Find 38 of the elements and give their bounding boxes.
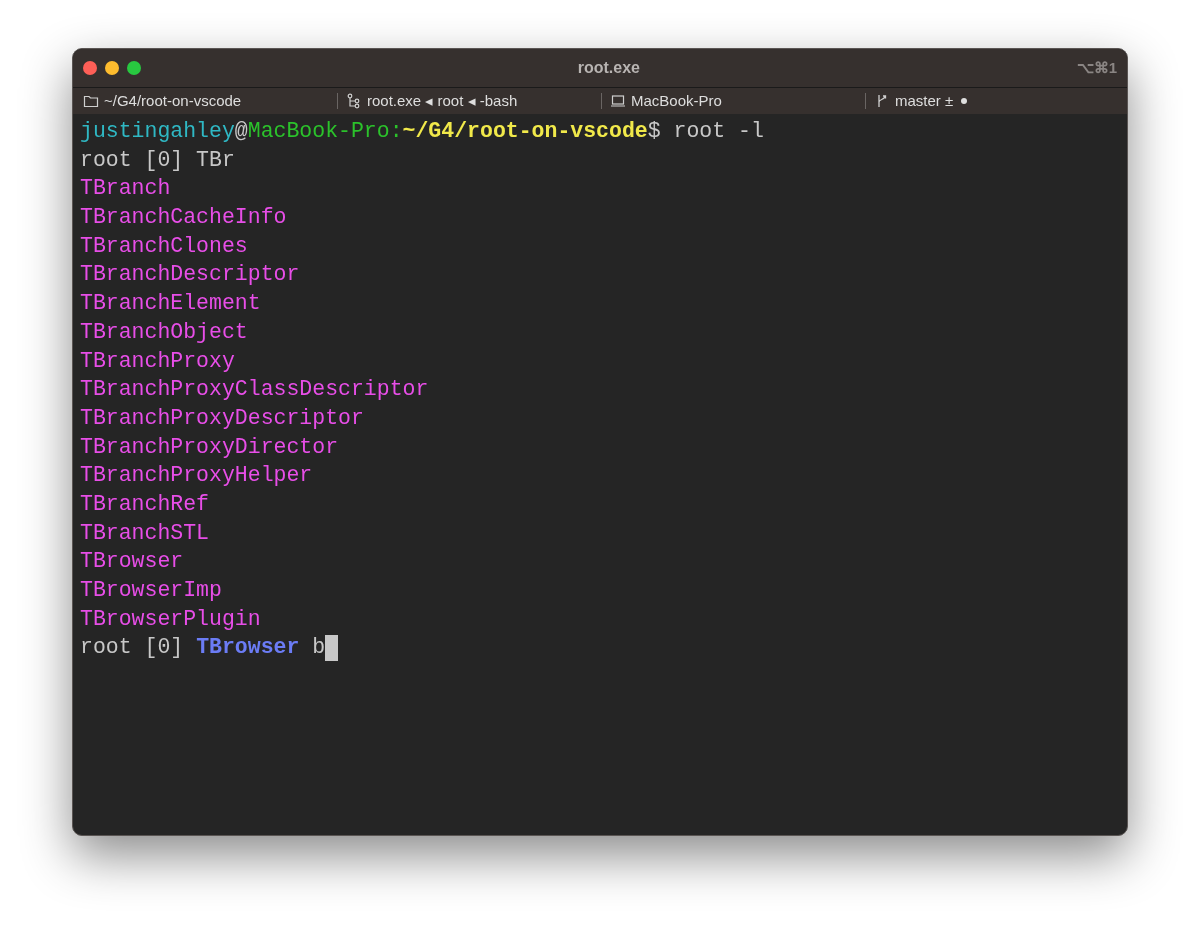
laptop-icon xyxy=(610,93,626,109)
terminal-text: root [0] TBr xyxy=(80,146,235,174)
terminal-text: TBranchProxyClassDescriptor xyxy=(80,376,429,404)
terminal-text: TBrowserImp xyxy=(80,577,222,604)
terminal-text: TBranch xyxy=(80,175,171,203)
terminal-text: TBranchProxyHelper xyxy=(80,462,313,490)
terminal-text: TBranchDescriptor xyxy=(80,261,300,289)
terminal-text: TBranchSTL xyxy=(80,519,210,547)
tab[interactable]: master ± xyxy=(872,89,968,113)
terminal-text: TBrowserPlugin xyxy=(80,605,261,633)
shortcut-label: ⌥⌘1 xyxy=(1076,57,1117,78)
terminal-text: justingahley xyxy=(80,118,235,145)
minimize-button[interactable] xyxy=(105,61,119,75)
terminal-text: TBrowser xyxy=(80,548,184,576)
tree-icon xyxy=(346,93,362,109)
folder-icon xyxy=(83,93,99,109)
terminal-text: @ xyxy=(234,118,248,145)
terminal-text: b xyxy=(311,634,326,662)
terminal-text: root [0] xyxy=(80,634,185,662)
tab[interactable]: MacBook-Pro xyxy=(608,89,722,113)
close-button[interactable] xyxy=(83,61,97,75)
tab[interactable]: ~/G4/root-on-vscode xyxy=(73,89,242,113)
terminal-text: ~/G4/root-on-vscode xyxy=(402,118,648,145)
terminal-text: TBranchCacheInfo xyxy=(80,204,287,232)
terminal-text: TBranchProxyDirector xyxy=(80,433,339,461)
zoom-button[interactable] xyxy=(127,61,141,75)
terminal-text: TBranchProxyDescriptor xyxy=(80,404,364,432)
terminal-text: TBranchProxy xyxy=(80,347,235,375)
terminal-text: TBranchObject xyxy=(80,318,248,346)
tab[interactable]: root.exe ◂ root ◂ -bash xyxy=(344,89,518,113)
window-title: root.exe xyxy=(577,58,640,78)
terminal-text: TBranchRef xyxy=(80,490,210,518)
terminal-text: TBranchClones xyxy=(80,232,248,260)
terminal-text: TBrowser xyxy=(196,634,300,662)
cursor xyxy=(325,634,339,661)
terminal-text: $ root -l xyxy=(647,118,764,145)
terminal-text: MacBook-Pro: xyxy=(247,118,403,145)
terminal-text: TBranchElement xyxy=(80,290,261,318)
